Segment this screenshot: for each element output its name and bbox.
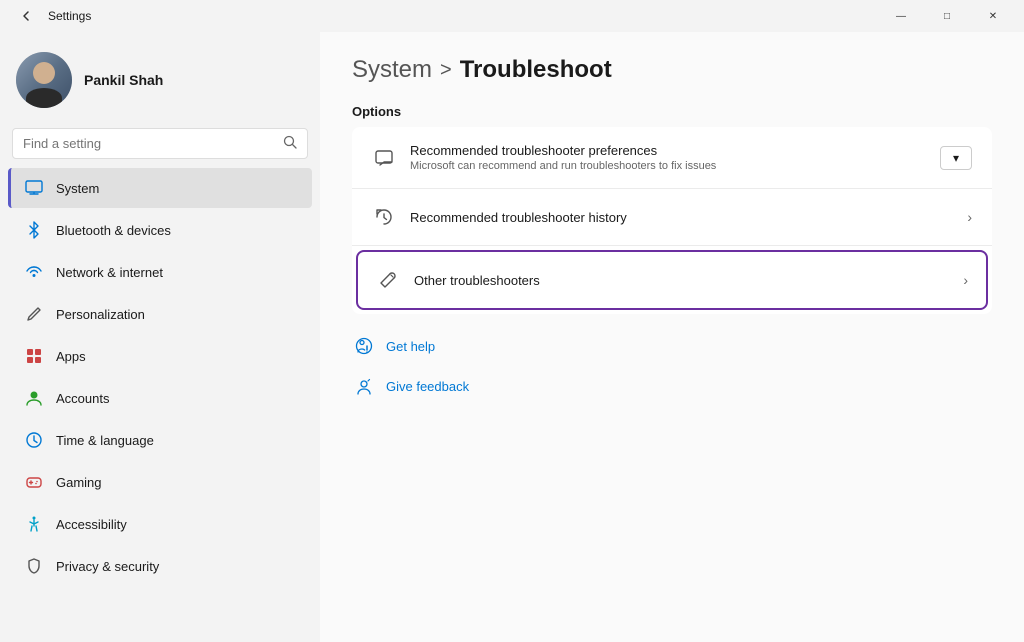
search-box[interactable] bbox=[12, 128, 308, 159]
other-troubleshooters-text: Other troubleshooters bbox=[414, 273, 949, 288]
titlebar: Settings — □ ✕ bbox=[0, 0, 1024, 32]
option-recommended-prefs[interactable]: Recommended troubleshooter preferences M… bbox=[352, 127, 992, 189]
sidebar-item-accounts[interactable]: Accounts bbox=[8, 378, 312, 418]
content-area: System > Troubleshoot Options Recommende… bbox=[320, 32, 1024, 642]
window-controls: — □ ✕ bbox=[878, 0, 1016, 32]
sidebar-item-personalization[interactable]: Personalization bbox=[8, 294, 312, 334]
chevron-right-other-icon: › bbox=[963, 272, 968, 288]
accessibility-icon bbox=[24, 514, 44, 534]
apps-icon bbox=[24, 346, 44, 366]
search-icon bbox=[283, 135, 297, 152]
option-other-row[interactable]: Other troubleshooters › bbox=[364, 258, 980, 302]
recommended-prefs-text: Recommended troubleshooter preferences M… bbox=[410, 143, 926, 172]
recommended-history-title: Recommended troubleshooter history bbox=[410, 210, 953, 225]
avatar bbox=[16, 52, 72, 108]
user-profile[interactable]: Pankil Shah bbox=[0, 40, 320, 124]
chevron-right-icon: › bbox=[967, 209, 972, 225]
arrow-control-history: › bbox=[967, 209, 972, 225]
other-troubleshooters-title: Other troubleshooters bbox=[414, 273, 949, 288]
sidebar-item-apps-label: Apps bbox=[56, 349, 86, 364]
sidebar-item-system-label: System bbox=[56, 181, 99, 196]
titlebar-left: Settings bbox=[12, 2, 91, 30]
option-recommended-history[interactable]: Recommended troubleshooter history › bbox=[352, 189, 992, 246]
breadcrumb-current: Troubleshoot bbox=[460, 56, 612, 84]
app-title: Settings bbox=[48, 9, 91, 23]
give-feedback-icon bbox=[352, 374, 376, 398]
wrench-icon bbox=[376, 268, 400, 292]
system-icon bbox=[24, 178, 44, 198]
bluetooth-icon bbox=[24, 220, 44, 240]
sidebar-item-accessibility-label: Accessibility bbox=[56, 517, 127, 532]
sidebar-item-gaming[interactable]: Gaming bbox=[8, 462, 312, 502]
sidebar-item-bluetooth[interactable]: Bluetooth & devices bbox=[8, 210, 312, 250]
breadcrumb: System > Troubleshoot bbox=[352, 56, 992, 84]
get-help-link[interactable]: Get help bbox=[352, 330, 992, 362]
arrow-control-other: › bbox=[963, 272, 968, 288]
sidebar-item-personalization-label: Personalization bbox=[56, 307, 145, 322]
sidebar-item-network[interactable]: Network & internet bbox=[8, 252, 312, 292]
app-body: Pankil Shah System bbox=[0, 32, 1024, 642]
back-button[interactable] bbox=[12, 2, 40, 30]
give-feedback-link[interactable]: Give feedback bbox=[352, 370, 992, 402]
option-other-troubleshooters[interactable]: Other troubleshooters › bbox=[356, 250, 988, 310]
recommended-prefs-desc: Microsoft can recommend and run troubles… bbox=[410, 160, 926, 172]
options-label: Options bbox=[352, 104, 992, 119]
privacy-icon bbox=[24, 556, 44, 576]
personalization-icon bbox=[24, 304, 44, 324]
sidebar-item-system[interactable]: System bbox=[8, 168, 312, 208]
maximize-button[interactable]: □ bbox=[924, 0, 970, 32]
sidebar-item-timelang-label: Time & language bbox=[56, 433, 154, 448]
sidebar-item-gaming-label: Gaming bbox=[56, 475, 102, 490]
dropdown-button[interactable]: ▾ bbox=[940, 146, 972, 170]
sidebar-item-accounts-label: Accounts bbox=[56, 391, 109, 406]
sidebar-item-timelang[interactable]: Time & language bbox=[8, 420, 312, 460]
sidebar-item-privacy[interactable]: Privacy & security bbox=[8, 546, 312, 586]
sidebar: Pankil Shah System bbox=[0, 32, 320, 642]
sidebar-item-bluetooth-label: Bluetooth & devices bbox=[56, 223, 171, 238]
user-name: Pankil Shah bbox=[84, 72, 163, 88]
get-help-label: Get help bbox=[386, 339, 435, 354]
dropdown-control[interactable]: ▾ bbox=[940, 146, 972, 170]
search-input[interactable] bbox=[23, 136, 275, 151]
accounts-icon bbox=[24, 388, 44, 408]
breadcrumb-parent[interactable]: System bbox=[352, 56, 432, 84]
options-card: Recommended troubleshooter preferences M… bbox=[352, 127, 992, 314]
sidebar-item-network-label: Network & internet bbox=[56, 265, 163, 280]
gaming-icon bbox=[24, 472, 44, 492]
recommended-prefs-title: Recommended troubleshooter preferences bbox=[410, 143, 926, 158]
timelang-icon bbox=[24, 430, 44, 450]
sidebar-item-apps[interactable]: Apps bbox=[8, 336, 312, 376]
sidebar-item-privacy-label: Privacy & security bbox=[56, 559, 159, 574]
get-help-icon bbox=[352, 334, 376, 358]
give-feedback-label: Give feedback bbox=[386, 379, 469, 394]
sidebar-item-accessibility[interactable]: Accessibility bbox=[8, 504, 312, 544]
breadcrumb-separator: > bbox=[440, 59, 452, 82]
network-icon bbox=[24, 262, 44, 282]
history-icon bbox=[372, 205, 396, 229]
links-section: Get help Give feedback bbox=[352, 330, 992, 402]
minimize-button[interactable]: — bbox=[878, 0, 924, 32]
chat-icon bbox=[372, 146, 396, 170]
close-button[interactable]: ✕ bbox=[970, 0, 1016, 32]
recommended-history-text: Recommended troubleshooter history bbox=[410, 210, 953, 225]
